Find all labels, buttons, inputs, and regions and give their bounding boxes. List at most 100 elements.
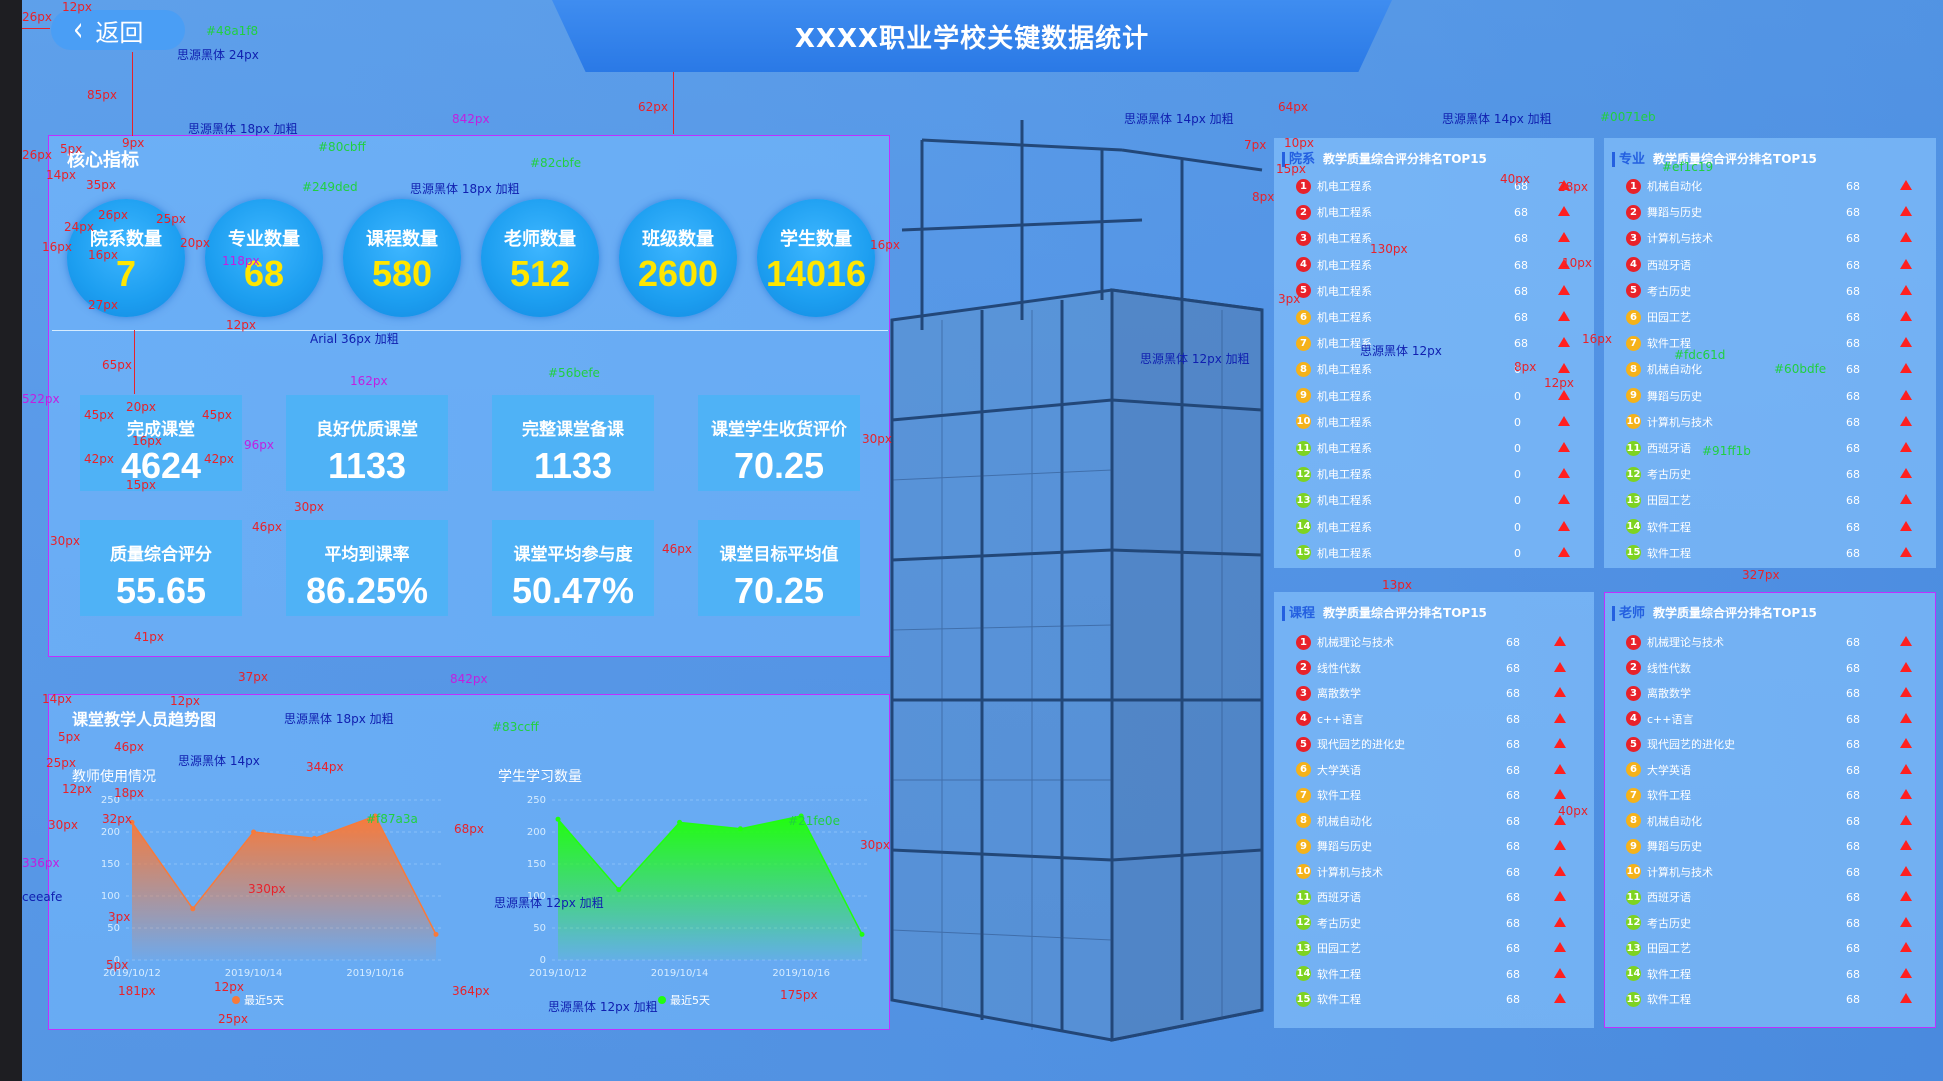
trend-up-icon <box>1900 180 1912 190</box>
trend-up-icon <box>1554 840 1566 850</box>
rank-row[interactable]: 9 舞蹈与历史 <box>1626 388 1702 404</box>
rank-row[interactable]: 15 软件工程 <box>1626 545 1691 561</box>
rank-row[interactable]: 8 机械自动化 <box>1626 361 1702 377</box>
rank-value: 68 <box>1846 967 1860 981</box>
rank-row[interactable]: 13 机电工程系 <box>1296 492 1372 508</box>
student-legend: 最近5天 <box>658 992 710 1008</box>
trend-up-icon <box>1900 738 1912 748</box>
rank-row[interactable]: 11 机电工程系 <box>1296 440 1372 456</box>
spec-label: 16px <box>1582 332 1612 346</box>
rank-row[interactable]: 8 机械自动化 <box>1296 813 1372 829</box>
spec-label: #249ded <box>302 180 358 194</box>
rank-row[interactable]: 15 机电工程系 <box>1296 545 1372 561</box>
rank-row[interactable]: 11 西班牙语 <box>1626 889 1691 905</box>
rank-row[interactable]: 11 西班牙语 <box>1296 889 1361 905</box>
rank-row[interactable]: 6 田园工艺 <box>1626 309 1691 325</box>
rank-row[interactable]: 6 机电工程系 <box>1296 309 1372 325</box>
data-point[interactable] <box>433 931 439 937</box>
rank-row[interactable]: 13 田园工艺 <box>1626 940 1691 956</box>
rank-row[interactable]: 11 西班牙语 <box>1626 440 1691 456</box>
rank-row[interactable]: 9 舞蹈与历史 <box>1626 838 1702 854</box>
data-point[interactable] <box>190 906 196 912</box>
data-point[interactable] <box>555 816 561 822</box>
rank-name: 机电工程系 <box>1317 468 1372 482</box>
rank-number-badge: 2 <box>1626 204 1641 220</box>
spec-label: 24px <box>64 220 94 234</box>
rank-name: 舞蹈与历史 <box>1647 389 1702 403</box>
rank-row[interactable]: 2 舞蹈与历史 <box>1626 204 1702 220</box>
rank-row[interactable]: 5 现代园艺的进化史 <box>1296 736 1405 752</box>
trend-up-icon <box>1900 284 1912 295</box>
rank-value: 68 <box>1846 494 1860 508</box>
rank-row[interactable]: 3 机电工程系 <box>1296 230 1372 246</box>
rank-row[interactable]: 1 机械自动化 <box>1626 178 1702 194</box>
metric-circle-teachers: 老师数量 512 <box>481 199 599 317</box>
spec-label: 40px <box>1558 804 1588 818</box>
rank-name: 大学英语 <box>1317 763 1361 777</box>
rank-row[interactable]: 12 考古历史 <box>1296 915 1361 931</box>
rank-row[interactable]: 10 计算机与技术 <box>1626 864 1713 880</box>
rank-row[interactable]: 6 大学英语 <box>1296 762 1361 778</box>
rank-value: 68 <box>1846 763 1860 777</box>
spec-label: 26px <box>22 10 52 24</box>
rank-row[interactable]: 7 软件工程 <box>1296 787 1361 803</box>
rank-row[interactable]: 3 离散数学 <box>1626 685 1691 701</box>
rank-row[interactable]: 13 田园工艺 <box>1296 940 1361 956</box>
rank-row[interactable]: 10 机电工程系 <box>1296 414 1372 430</box>
rank-row[interactable]: 12 机电工程系 <box>1296 466 1372 482</box>
rank-row[interactable]: 12 考古历史 <box>1626 466 1691 482</box>
rank-row[interactable]: 7 软件工程 <box>1626 787 1691 803</box>
rank-row[interactable]: 4 机电工程系 <box>1296 257 1372 273</box>
card-value: 86.25% <box>305 570 429 611</box>
rank-row[interactable]: 9 舞蹈与历史 <box>1296 838 1372 854</box>
rank-value: 0 <box>1514 442 1521 455</box>
rank-row[interactable]: 13 田园工艺 <box>1626 492 1691 508</box>
rank-row[interactable]: 5 机电工程系 <box>1296 283 1372 299</box>
spec-label: 30px <box>50 534 80 548</box>
rank-row[interactable]: 3 计算机与技术 <box>1626 230 1713 246</box>
rank-row[interactable]: 3 离散数学 <box>1296 685 1361 701</box>
back-button[interactable]: ‹ 返回 <box>51 10 185 50</box>
spec-label: 20px <box>180 236 210 250</box>
rank-name: 田园工艺 <box>1317 942 1361 955</box>
card-label: 良好优质课堂 <box>316 420 418 440</box>
rank-row[interactable]: 2 机电工程系 <box>1296 204 1372 220</box>
rank-row[interactable]: 15 软件工程 <box>1296 991 1361 1007</box>
rank-row[interactable]: 5 考古历史 <box>1626 283 1691 299</box>
rank-number-badge: 12 <box>1626 466 1641 482</box>
data-point[interactable] <box>677 819 683 825</box>
rank-row[interactable]: 15 软件工程 <box>1626 991 1691 1007</box>
rank-row[interactable]: 2 线性代数 <box>1626 660 1691 676</box>
rank-row[interactable]: 4 c++语言 <box>1296 711 1363 727</box>
data-point[interactable] <box>859 931 865 937</box>
spec-label: 32px <box>102 812 132 826</box>
rank-row[interactable]: 1 机械理论与技术 <box>1626 634 1724 650</box>
rank-value: 68 <box>1846 661 1860 675</box>
rank-row[interactable]: 6 大学英语 <box>1626 762 1691 778</box>
rank-row[interactable]: 10 计算机与技术 <box>1296 864 1383 880</box>
trend-up-icon <box>1554 891 1566 901</box>
data-point[interactable] <box>616 887 622 893</box>
rank-row[interactable]: 8 机械自动化 <box>1626 813 1702 829</box>
rank-row[interactable]: 14 软件工程 <box>1296 966 1361 982</box>
rank-row[interactable]: 12 考古历史 <box>1626 915 1691 931</box>
rank-name: 现代园艺的进化史 <box>1647 738 1735 751</box>
rank-row[interactable]: 14 机电工程系 <box>1296 519 1372 535</box>
rank-row[interactable]: 14 软件工程 <box>1626 966 1691 982</box>
rank-row[interactable]: 10 计算机与技术 <box>1626 414 1713 430</box>
data-point[interactable] <box>737 826 743 832</box>
data-point[interactable] <box>311 835 317 841</box>
rank-row[interactable]: 1 机械理论与技术 <box>1296 634 1394 650</box>
rank-row[interactable]: 4 c++语言 <box>1626 711 1693 727</box>
rank-row[interactable]: 4 西班牙语 <box>1626 257 1691 273</box>
rank-number-badge: 10 <box>1296 864 1311 879</box>
rank-row[interactable]: 8 机电工程系 <box>1296 361 1372 377</box>
rank-row[interactable]: 2 线性代数 <box>1296 660 1361 676</box>
rank-row[interactable]: 1 机电工程系 <box>1296 178 1372 194</box>
rank-row[interactable]: 5 现代园艺的进化史 <box>1626 736 1735 752</box>
data-point[interactable] <box>251 829 257 835</box>
rank-row[interactable]: 14 软件工程 <box>1626 519 1691 535</box>
rank-row[interactable]: 9 机电工程系 <box>1296 388 1372 404</box>
rank-value: 68 <box>1846 865 1860 879</box>
trend-up-icon <box>1900 520 1912 531</box>
